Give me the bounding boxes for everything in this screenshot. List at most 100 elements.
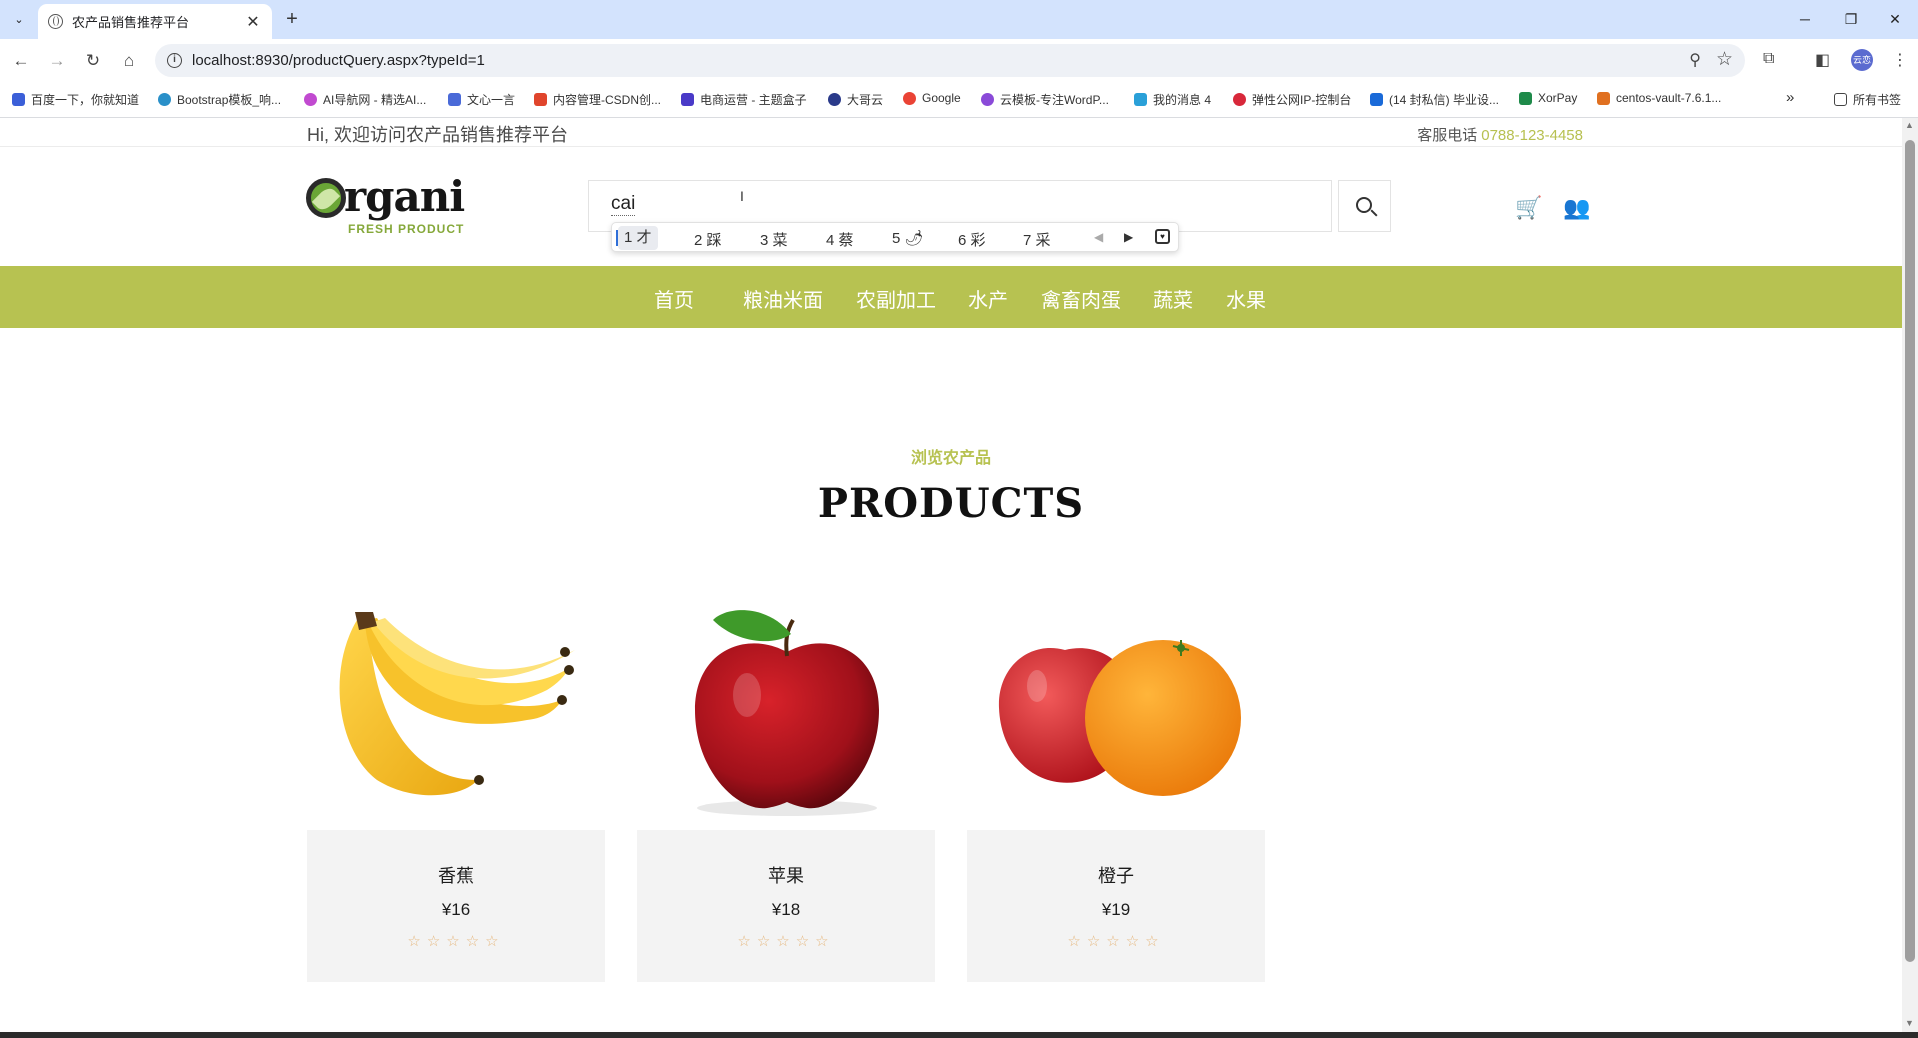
url-text[interactable]: localhost:8930/productQuery.aspx?typeId=… bbox=[192, 52, 485, 69]
product-card[interactable]: 香蕉 ¥16 ☆☆☆☆☆ bbox=[307, 590, 605, 982]
site-info-icon[interactable]: i bbox=[167, 53, 182, 68]
section-subtitle: 浏览农产品 bbox=[910, 450, 991, 467]
bookmark-item[interactable]: 我的消息 4 bbox=[1134, 91, 1211, 108]
scroll-down-icon[interactable]: ▼ bbox=[1905, 1018, 1914, 1028]
ime-next-icon[interactable]: ▶ bbox=[1124, 230, 1133, 244]
bookmarks-overflow-icon[interactable]: » bbox=[1786, 89, 1794, 106]
bookmark-item[interactable]: XorPay bbox=[1519, 91, 1577, 105]
nav-item-home[interactable]: 首页 bbox=[654, 284, 694, 313]
product-name[interactable]: 苹果 bbox=[637, 862, 935, 888]
text-cursor-icon: I bbox=[740, 188, 744, 204]
ime-candidate[interactable]: 2 踩 bbox=[694, 229, 722, 250]
bookmark-star-icon[interactable]: ☆ bbox=[1716, 48, 1733, 71]
main-navigation: 首页 粮油米面 农副加工 水产 禽畜肉蛋 蔬菜 水果 bbox=[0, 266, 1902, 328]
bookmark-icon bbox=[1519, 91, 1532, 105]
scroll-up-icon[interactable]: ▲ bbox=[1905, 120, 1914, 130]
nav-item-meat-eggs[interactable]: 禽畜肉蛋 bbox=[1041, 284, 1121, 313]
zoom-icon[interactable]: ⚲ bbox=[1689, 50, 1701, 70]
ime-candidate[interactable]: 6 彩 bbox=[958, 229, 986, 250]
bookmark-item[interactable]: 百度一下，你就知道 bbox=[12, 91, 139, 108]
ime-candidate[interactable]: 7 采 bbox=[1023, 229, 1051, 250]
ime-candidate[interactable]: 1 才 bbox=[618, 226, 658, 250]
ime-prev-icon[interactable]: ◀ bbox=[1094, 230, 1103, 244]
side-panel-icon[interactable]: ◧ bbox=[1815, 50, 1830, 70]
bookmark-icon bbox=[1134, 93, 1147, 106]
bookmark-item[interactable]: Bootstrap模板_响... bbox=[158, 91, 281, 108]
product-price: ¥16 bbox=[441, 900, 471, 919]
reload-icon[interactable]: ↻ bbox=[80, 48, 106, 74]
bookmark-item[interactable]: 电商运营 - 主题盒子 bbox=[681, 91, 807, 108]
bookmark-item[interactable]: 弹性公网IP-控制台 bbox=[1233, 91, 1351, 108]
cart-icon[interactable]: 🛒 bbox=[1515, 196, 1543, 222]
address-bar[interactable]: i localhost:8930/productQuery.aspx?typeI… bbox=[155, 44, 1745, 77]
bookmark-item[interactable]: 大哥云 bbox=[828, 91, 883, 108]
bookmark-item[interactable]: centos-vault-7.6.1... bbox=[1597, 91, 1721, 105]
rating-stars: ☆☆☆☆☆ bbox=[407, 933, 505, 950]
page-scrollbar[interactable]: ▲ ▼ bbox=[1902, 118, 1918, 1032]
bookmark-icon bbox=[1370, 93, 1383, 106]
ime-candidate[interactable]: 3 菜 bbox=[760, 229, 788, 250]
ime-expand-icon[interactable]: ♥ bbox=[1155, 229, 1170, 244]
forward-icon[interactable]: → bbox=[44, 48, 70, 74]
apple-image[interactable] bbox=[637, 590, 935, 826]
ime-candidate[interactable]: 5 🌶 bbox=[892, 229, 924, 247]
orange-illustration bbox=[998, 640, 1241, 796]
bookmark-item[interactable]: Google bbox=[903, 91, 961, 105]
folder-icon bbox=[1834, 93, 1847, 106]
bookmark-icon bbox=[534, 93, 547, 106]
all-bookmarks-folder[interactable]: 所有书签 bbox=[1834, 91, 1901, 108]
site-logo[interactable]: rgani FRESH PRODUCT bbox=[306, 172, 466, 238]
user-icon[interactable]: 👥 bbox=[1563, 196, 1591, 222]
banana-image[interactable] bbox=[307, 590, 605, 826]
back-icon[interactable]: ← bbox=[8, 48, 34, 74]
product-info: 香蕉 ¥16 ☆☆☆☆☆ bbox=[307, 830, 605, 982]
bookmark-icon bbox=[304, 93, 317, 106]
logo-tagline: FRESH PRODUCT bbox=[348, 222, 465, 236]
logo-wordmark: rgani bbox=[344, 172, 465, 221]
close-window-button[interactable]: ✕ bbox=[1872, 6, 1918, 32]
bookmark-icon bbox=[1233, 93, 1246, 106]
bookmark-icon bbox=[981, 93, 994, 106]
search-button[interactable] bbox=[1338, 180, 1391, 232]
search-icon-handle bbox=[1370, 209, 1378, 217]
profile-avatar[interactable]: 云恋 bbox=[1851, 49, 1873, 71]
orange-image[interactable] bbox=[967, 590, 1265, 826]
section-title: PRODUCTS bbox=[817, 480, 1085, 527]
bookmark-item[interactable]: 文心一言 bbox=[448, 91, 515, 108]
hotline: 客服电话 0788-123-4458 bbox=[1417, 127, 1583, 144]
browser-tab[interactable]: 农产品销售推荐平台 ✕ bbox=[38, 4, 272, 39]
ime-candidate[interactable]: 4 蔡 bbox=[826, 229, 854, 250]
product-card[interactable]: 橙子 ¥19 ☆☆☆☆☆ bbox=[967, 590, 1265, 982]
close-tab-icon[interactable]: ✕ bbox=[244, 12, 262, 32]
maximize-button[interactable]: ❐ bbox=[1828, 6, 1874, 32]
tab-list-icon[interactable]: ⌄ bbox=[8, 8, 30, 30]
bookmark-icon bbox=[158, 93, 171, 106]
bookmark-item[interactable]: (14 封私信) 毕业设... bbox=[1370, 91, 1499, 108]
leaf-logo-icon bbox=[306, 178, 346, 218]
product-price: ¥18 bbox=[771, 900, 801, 919]
welcome-text: Hi, 欢迎访问农产品销售推荐平台 bbox=[307, 125, 568, 145]
banana-illustration bbox=[339, 612, 575, 796]
nav-item-vegetables[interactable]: 蔬菜 bbox=[1153, 284, 1193, 313]
new-tab-button[interactable]: + bbox=[280, 8, 304, 32]
taskbar-edge bbox=[0, 1032, 1918, 1038]
nav-item-processed[interactable]: 农副加工 bbox=[856, 284, 936, 313]
tab-title: 农产品销售推荐平台 bbox=[72, 15, 190, 30]
bookmark-item[interactable]: AI导航网 - 精选AI... bbox=[304, 91, 426, 108]
nav-item-fruit[interactable]: 水果 bbox=[1226, 284, 1266, 313]
product-name[interactable]: 橙子 bbox=[967, 862, 1265, 888]
nav-item-grain-oil[interactable]: 粮油米面 bbox=[743, 284, 823, 313]
bookmark-item[interactable]: 云模板-专注WordP... bbox=[981, 91, 1109, 108]
bookmark-icon bbox=[12, 93, 25, 106]
minimize-button[interactable]: ─ bbox=[1782, 6, 1828, 32]
home-icon[interactable]: ⌂ bbox=[116, 48, 142, 74]
bookmark-item[interactable]: 内容管理-CSDN创... bbox=[534, 91, 661, 108]
extensions-icon[interactable]: ⧉ bbox=[1763, 50, 1774, 68]
product-name[interactable]: 香蕉 bbox=[307, 862, 605, 888]
ime-candidate-bar: 1 才 2 踩 3 菜 4 蔡 5 🌶 6 彩 7 采 ◀ ▶ ♥ bbox=[611, 222, 1179, 252]
nav-item-aquatic[interactable]: 水产 bbox=[968, 284, 1008, 313]
rating-stars: ☆☆☆☆☆ bbox=[1067, 933, 1165, 950]
menu-icon[interactable]: ⋮ bbox=[1892, 50, 1908, 70]
product-card[interactable]: 苹果 ¥18 ☆☆☆☆☆ bbox=[637, 590, 935, 982]
scrollbar-thumb[interactable] bbox=[1905, 140, 1915, 962]
